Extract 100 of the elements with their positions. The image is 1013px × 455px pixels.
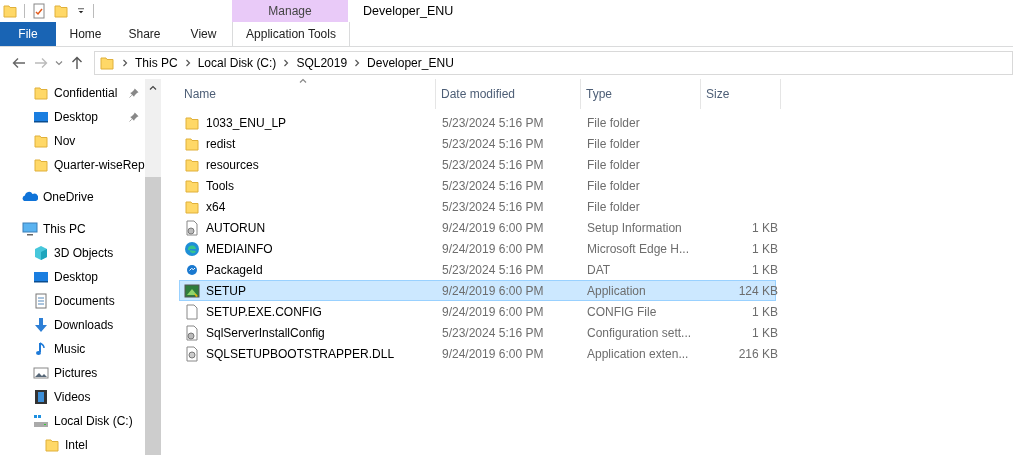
folder-icon: [33, 85, 49, 101]
sidebar-item[interactable]: Confidential: [0, 81, 145, 105]
sidebar-item[interactable]: Documents: [0, 289, 145, 313]
sort-caret-icon: [299, 77, 307, 85]
folder-icon: [184, 156, 200, 173]
sidebar-item[interactable]: 3D Objects: [0, 241, 145, 265]
ribbon-tab[interactable]: Application Tools: [232, 22, 350, 46]
file-row[interactable]: 1033_ENU_LP 5/23/2024 5:16 PM File folder: [179, 112, 776, 133]
picture-icon: [33, 365, 49, 381]
type-cell-text: Setup Information: [586, 219, 683, 237]
sidebar-item[interactable]: Nov: [0, 129, 145, 153]
breadcrumb[interactable]: Developer_ENU: [367, 56, 454, 70]
breadcrumb[interactable]: SQL2019: [296, 56, 348, 70]
download-arrow-icon: [33, 317, 49, 333]
ribbon-tab[interactable]: Share: [115, 22, 174, 46]
column-header[interactable]: Type: [581, 79, 701, 109]
folder-icon: [184, 135, 200, 152]
folder-icon: [184, 177, 200, 194]
ribbon-tab[interactable]: Home: [56, 22, 115, 46]
file-row[interactable]: redist 5/23/2024 5:16 PM File folder: [179, 133, 776, 154]
file-row[interactable]: SETUP.EXE.CONFIG 9/24/2019 6:00 PM CONFIG File 1 KB: [179, 301, 776, 322]
date-cell-text: 5/23/2024 5:16 PM: [441, 324, 545, 342]
pin-icon: [128, 111, 140, 123]
file-row[interactable]: x64 5/23/2024 5:16 PM File folder: [179, 196, 776, 217]
sidebar-item[interactable]: Music: [0, 337, 145, 361]
file-name: AUTORUN: [206, 220, 266, 235]
folder-icon: [99, 55, 115, 71]
chevron-icon: [353, 59, 362, 67]
ribbon-tab[interactable]: File: [0, 22, 56, 46]
contextual-group-label: Manage: [232, 0, 348, 22]
size-cell-text: 1 KB: [751, 219, 779, 237]
type-cell-text: File folder: [586, 135, 641, 153]
type-cell-text: Microsoft Edge H...: [586, 240, 691, 258]
date-cell-text: 9/24/2019 6:00 PM: [441, 345, 545, 363]
file-row[interactable]: Tools 5/23/2024 5:16 PM File folder: [179, 175, 776, 196]
file-name: resources: [206, 157, 259, 172]
file-row[interactable]: AUTORUN 9/24/2019 6:00 PM Setup Information 1 KB: [179, 217, 776, 238]
column-header[interactable]: Size: [701, 79, 781, 109]
forward-arrow-icon: [34, 57, 48, 69]
size-cell-text: 1 KB: [751, 324, 779, 342]
breadcrumb[interactable]: Local Disk (C:): [197, 56, 277, 70]
file-name: PackageId: [206, 262, 263, 277]
folder-icon: [184, 198, 200, 215]
type-cell-text: Application: [586, 282, 647, 300]
folder-icon: [44, 437, 60, 453]
type-cell-text: DAT: [586, 261, 612, 279]
properties-icon: [31, 3, 47, 19]
cube-icon: [33, 245, 49, 261]
date-cell-text: 9/24/2019 6:00 PM: [441, 240, 545, 258]
folder-icon: [184, 114, 200, 131]
chevron-icon: [183, 59, 192, 67]
sidebar-item[interactable]: Intel: [0, 433, 145, 455]
sidebar-item[interactable]: OneDrive: [0, 185, 145, 209]
type-cell-text: File folder: [586, 177, 641, 195]
back-arrow-icon: [12, 57, 26, 69]
sidebar-item[interactable]: Quarter-wiseRep: [0, 153, 145, 177]
file-row[interactable]: SqlServerInstallConfig 5/23/2024 5:16 PM Configuration sett... 1 KB: [179, 322, 776, 343]
monitor-icon: [33, 109, 49, 125]
scrollbar[interactable]: [145, 79, 161, 455]
size-cell-text: 216 KB: [737, 345, 779, 363]
up-arrow-icon: [71, 56, 83, 70]
scroll-up-icon: [149, 84, 157, 92]
size-cell-text: 1 KB: [751, 303, 779, 321]
file-name: SETUP.EXE.CONFIG: [206, 304, 322, 319]
sidebar-item[interactable]: This PC: [0, 217, 145, 241]
dll-file-icon: [184, 345, 200, 362]
date-cell-text: 5/23/2024 5:16 PM: [441, 156, 545, 174]
file-row[interactable]: SQLSETUPBOOTSTRAPPER.DLL 9/24/2019 6:00 PM Application exten... 216 KB: [179, 343, 776, 364]
type-cell-text: Application exten...: [586, 345, 690, 363]
file-row[interactable]: SETUP 9/24/2019 6:00 PM Application 124 KB: [179, 280, 776, 301]
date-cell-text: 5/23/2024 5:16 PM: [441, 135, 545, 153]
size-cell-text: 1 KB: [751, 240, 779, 258]
address-bar[interactable]: This PC Local Disk (C:) SQL2019 Developer_ENU: [94, 51, 1013, 75]
type-cell-text: File folder: [586, 114, 641, 132]
sidebar-item[interactable]: Local Disk (C:): [0, 409, 145, 433]
file-row[interactable]: resources 5/23/2024 5:16 PM File folder: [179, 154, 776, 175]
drive-icon: [33, 413, 49, 429]
monitor-icon: [33, 269, 49, 285]
breadcrumb[interactable]: This PC: [135, 56, 178, 70]
ribbon-tab[interactable]: View: [174, 22, 233, 46]
column-header[interactable]: Date modified: [436, 79, 581, 109]
computer-icon: [22, 221, 38, 237]
file-name: 1033_ENU_LP: [206, 115, 287, 130]
file-name: SETUP: [206, 283, 246, 298]
folder-icon: [2, 3, 18, 19]
sidebar-item[interactable]: Desktop: [0, 105, 145, 129]
edge-icon: [184, 240, 200, 257]
file-row[interactable]: MEDIAINFO 9/24/2019 6:00 PM Microsoft Edge H... 1 KB: [179, 238, 776, 259]
settings-file-icon: [184, 219, 200, 236]
file-row[interactable]: PackageId 5/23/2024 5:16 PM DAT 1 KB: [179, 259, 776, 280]
sidebar-item[interactable]: Desktop: [0, 265, 145, 289]
sidebar-item[interactable]: Videos: [0, 385, 145, 409]
sidebar-item[interactable]: Downloads: [0, 313, 145, 337]
date-cell-text: 5/23/2024 5:16 PM: [441, 261, 545, 279]
type-cell-text: File folder: [586, 156, 641, 174]
folder-icon: [33, 157, 49, 173]
scrollbar-thumb[interactable]: [145, 177, 161, 455]
column-header[interactable]: Name: [179, 79, 436, 109]
sidebar-item[interactable]: Pictures: [0, 361, 145, 385]
file-name: MEDIAINFO: [206, 241, 273, 256]
